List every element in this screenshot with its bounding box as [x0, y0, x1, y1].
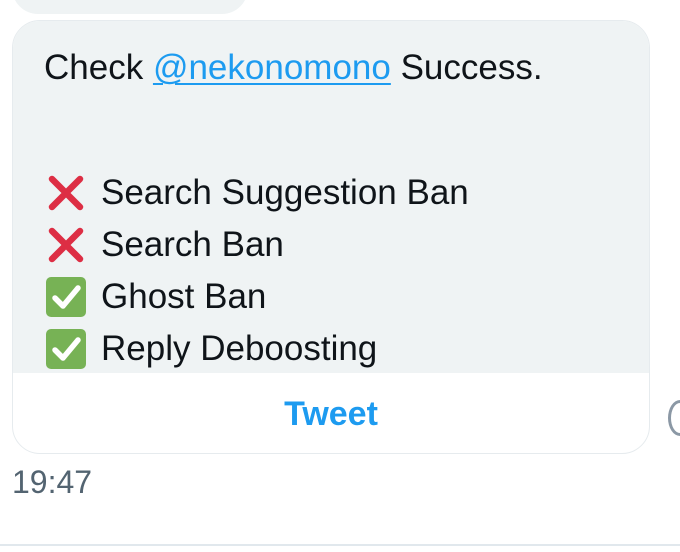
status-item-ghost-ban: Ghost Ban [44, 271, 469, 323]
mention-link[interactable]: @nekonomono [153, 48, 391, 87]
message-body: Check @nekonomono Success. Search Sugges… [13, 21, 649, 373]
status-item-reply-deboosting: Reply Deboosting [44, 323, 469, 375]
reaction-icon[interactable] [668, 400, 680, 436]
check-mark-button-icon [46, 277, 86, 317]
ban-status-list: Search Suggestion Ban Search Ban Ghost B… [44, 167, 469, 375]
status-label: Search Suggestion Ban [101, 173, 469, 212]
message-suffix: Success. [390, 48, 543, 87]
dm-conversation: Check @nekonomono Success. Search Sugges… [0, 0, 680, 552]
status-item-search-ban: Search Ban [44, 219, 469, 271]
message-timestamp: 19:47 [12, 464, 93, 500]
previous-message-bubble[interactable] [12, 0, 248, 14]
status-item-search-suggestion-ban: Search Suggestion Ban [44, 167, 469, 219]
status-label: Search Ban [101, 225, 284, 264]
cross-mark-icon [48, 227, 84, 263]
check-mark-button-icon [46, 329, 86, 369]
message-bubble: Check @nekonomono Success. Search Sugges… [12, 20, 650, 454]
status-label: Reply Deboosting [101, 329, 378, 368]
message-text: Check @nekonomono Success. [44, 48, 543, 88]
status-label: Ghost Ban [101, 277, 267, 316]
divider [0, 544, 680, 546]
message-prefix: Check [44, 48, 153, 87]
cross-mark-icon [48, 175, 84, 211]
tweet-button[interactable]: Tweet [13, 373, 649, 453]
